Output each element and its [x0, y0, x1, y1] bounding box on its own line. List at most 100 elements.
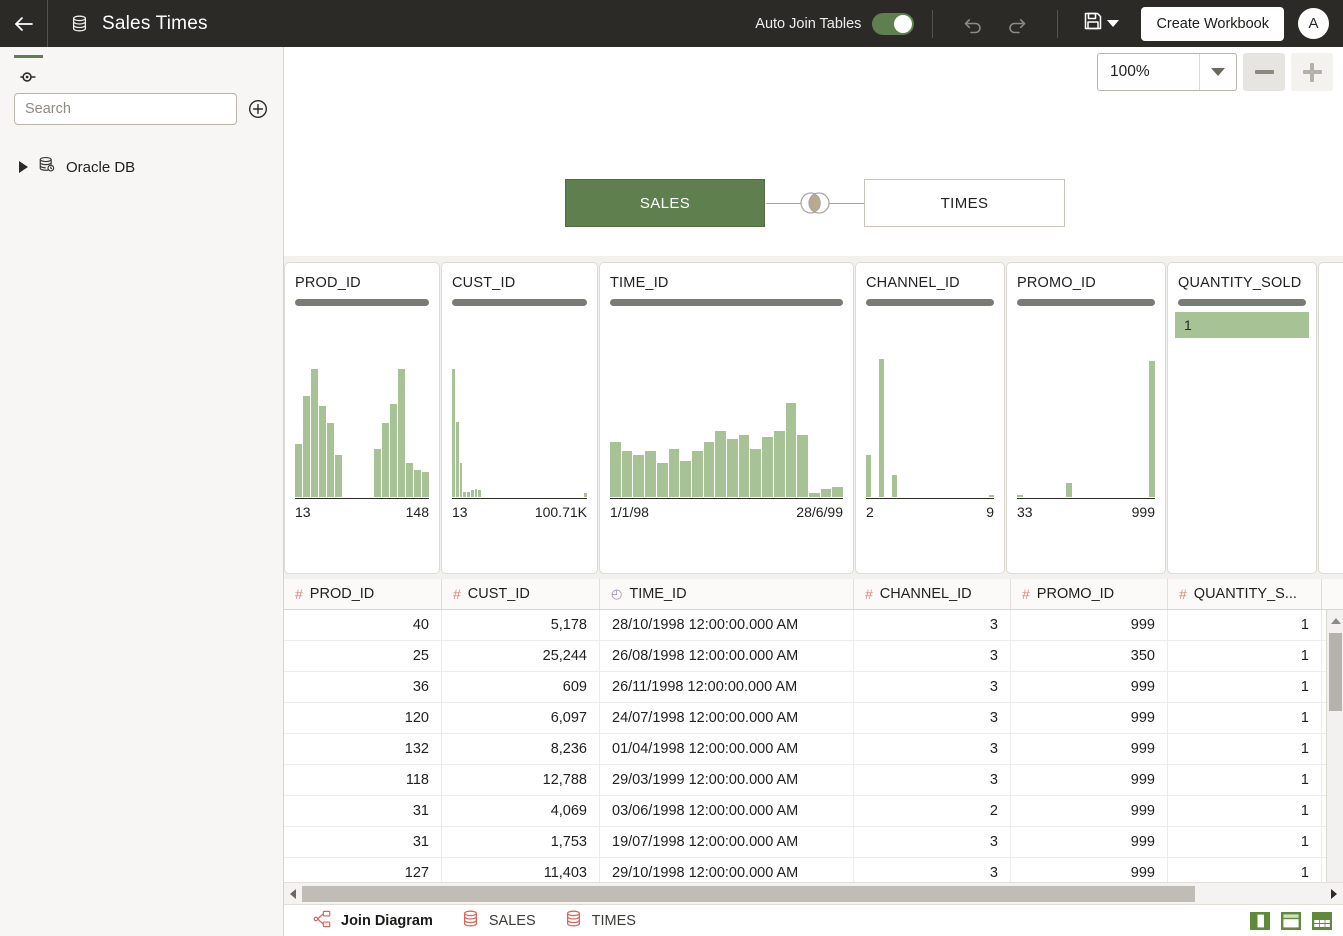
sidebar-tab-connections[interactable]: [12, 52, 44, 92]
add-connection-button[interactable]: [247, 98, 269, 120]
category-value-bar[interactable]: 1: [1175, 312, 1309, 338]
table-cell[interactable]: 26/11/1998 12:00:00.000 AM: [600, 672, 854, 702]
tree-node-oracle-db[interactable]: Oracle DB: [0, 151, 283, 183]
create-workbook-button[interactable]: Create Workbook: [1141, 7, 1284, 41]
table-cell[interactable]: 19/07/1998 12:00:00.000 AM: [600, 827, 854, 857]
table-cell[interactable]: 1: [1168, 765, 1322, 795]
table-cell[interactable]: 3: [854, 672, 1011, 702]
table-cell[interactable]: 03/06/1998 12:00:00.000 AM: [600, 796, 854, 826]
vertical-scroll-thumb[interactable]: [1329, 633, 1342, 711]
zoom-out-button[interactable]: [1243, 53, 1285, 91]
table-cell[interactable]: 999: [1011, 765, 1168, 795]
table-cell[interactable]: 29/03/1999 12:00:00.000 AM: [600, 765, 854, 795]
table-row[interactable]: 1328,23601/04/1998 12:00:00.000 AM39991: [284, 734, 1343, 765]
table-cell[interactable]: 3: [854, 641, 1011, 671]
column-profile-card[interactable]: PROMO_ID33999: [1006, 262, 1166, 574]
layout-grid-button[interactable]: [1311, 911, 1333, 931]
scroll-left-button[interactable]: [284, 889, 302, 899]
table-cell[interactable]: 3: [854, 734, 1011, 764]
table-cell[interactable]: 36: [284, 672, 442, 702]
bottom-tab-times[interactable]: TIMES: [550, 909, 650, 932]
table-cell[interactable]: 24/07/1998 12:00:00.000 AM: [600, 703, 854, 733]
table-cell[interactable]: 132: [284, 734, 442, 764]
avatar[interactable]: A: [1298, 8, 1329, 39]
column-profile-card-partial[interactable]: [1318, 262, 1343, 574]
table-cell[interactable]: 12,788: [442, 765, 600, 795]
column-profile-card[interactable]: QUANTITY_SOLD1: [1167, 262, 1317, 574]
column-header[interactable]: #CUST_ID: [442, 579, 600, 609]
table-cell[interactable]: 1: [1168, 610, 1322, 640]
table-cell[interactable]: 8,236: [442, 734, 600, 764]
table-cell[interactable]: 1: [1168, 703, 1322, 733]
table-row[interactable]: 1206,09724/07/1998 12:00:00.000 AM39991: [284, 703, 1343, 734]
table-cell[interactable]: 3: [854, 765, 1011, 795]
table-cell[interactable]: 999: [1011, 610, 1168, 640]
table-cell[interactable]: 999: [1011, 703, 1168, 733]
table-cell[interactable]: 28/10/1998 12:00:00.000 AM: [600, 610, 854, 640]
table-cell[interactable]: 1: [1168, 672, 1322, 702]
chevron-right-icon[interactable]: [19, 161, 28, 173]
column-header[interactable]: #PROMO_ID: [1011, 579, 1168, 609]
bottom-tab-sales[interactable]: SALES: [447, 909, 550, 932]
table-cell[interactable]: 999: [1011, 734, 1168, 764]
table-cell[interactable]: 1: [1168, 734, 1322, 764]
table-cell[interactable]: 3: [854, 610, 1011, 640]
grid-vertical-scrollbar[interactable]: [1326, 610, 1343, 925]
column-header[interactable]: #QUANTITY_S...: [1168, 579, 1322, 609]
table-row[interactable]: 314,06903/06/1998 12:00:00.000 AM29991: [284, 796, 1343, 827]
table-cell[interactable]: 118: [284, 765, 442, 795]
auto-join-tables-toggle[interactable]: [872, 13, 914, 35]
table-row[interactable]: 3660926/11/1998 12:00:00.000 AM39991: [284, 672, 1343, 703]
table-row[interactable]: 311,75319/07/1998 12:00:00.000 AM39991: [284, 827, 1343, 858]
table-row[interactable]: 11812,78829/03/1999 12:00:00.000 AM39991: [284, 765, 1343, 796]
table-cell[interactable]: 2: [854, 796, 1011, 826]
join-type-button[interactable]: [799, 189, 831, 217]
grid-horizontal-scrollbar[interactable]: [284, 882, 1343, 904]
table-cell[interactable]: 5,178: [442, 610, 600, 640]
back-button[interactable]: [0, 0, 47, 47]
column-profile-card[interactable]: CUST_ID13100.71K: [441, 262, 598, 574]
table-cell[interactable]: 6,097: [442, 703, 600, 733]
table-cell[interactable]: 999: [1011, 827, 1168, 857]
scroll-up-button[interactable]: [1327, 612, 1343, 630]
table-cell[interactable]: 609: [442, 672, 600, 702]
column-profile-card[interactable]: TIME_ID1/1/9828/6/99: [599, 262, 854, 574]
column-header[interactable]: #PROD_ID: [284, 579, 442, 609]
data-grid-body[interactable]: 405,17828/10/1998 12:00:00.000 AM3999125…: [284, 610, 1343, 925]
table-cell[interactable]: 25,244: [442, 641, 600, 671]
scroll-right-button[interactable]: [1325, 889, 1343, 899]
horizontal-scroll-thumb[interactable]: [302, 886, 1195, 902]
table-cell[interactable]: 1: [1168, 641, 1322, 671]
layout-split-vertical-button[interactable]: [1249, 911, 1271, 931]
table-cell[interactable]: 31: [284, 827, 442, 857]
layout-split-horizontal-button[interactable]: [1280, 911, 1302, 931]
save-button[interactable]: [1076, 10, 1125, 37]
table-cell[interactable]: 1: [1168, 796, 1322, 826]
table-cell[interactable]: 999: [1011, 796, 1168, 826]
table-cell[interactable]: 1,753: [442, 827, 600, 857]
column-profile-card[interactable]: PROD_ID13148: [284, 262, 440, 574]
table-cell[interactable]: 3: [854, 703, 1011, 733]
table-cell[interactable]: 40: [284, 610, 442, 640]
zoom-level-select[interactable]: 100%: [1097, 53, 1237, 91]
join-node-sales[interactable]: SALES: [565, 179, 765, 227]
column-header[interactable]: #CHANNEL_ID: [854, 579, 1011, 609]
table-cell[interactable]: 31: [284, 796, 442, 826]
chevron-down-icon[interactable]: [1200, 68, 1236, 76]
table-cell[interactable]: 4,069: [442, 796, 600, 826]
table-cell[interactable]: 26/08/1998 12:00:00.000 AM: [600, 641, 854, 671]
table-cell[interactable]: 3: [854, 827, 1011, 857]
search-input[interactable]: [14, 93, 237, 125]
bottom-tab-join-diagram[interactable]: Join Diagram: [298, 909, 447, 933]
redo-button[interactable]: [995, 0, 1039, 47]
column-profile-strip[interactable]: PROD_ID13148CUST_ID13100.71KTIME_ID1/1/9…: [284, 256, 1343, 579]
table-cell[interactable]: 25: [284, 641, 442, 671]
zoom-in-button[interactable]: [1291, 53, 1333, 91]
table-row[interactable]: 2525,24426/08/1998 12:00:00.000 AM33501: [284, 641, 1343, 672]
table-cell[interactable]: 01/04/1998 12:00:00.000 AM: [600, 734, 854, 764]
join-node-times[interactable]: TIMES: [864, 179, 1065, 227]
table-cell[interactable]: 1: [1168, 827, 1322, 857]
table-row[interactable]: 405,17828/10/1998 12:00:00.000 AM39991: [284, 610, 1343, 641]
horizontal-scroll-track[interactable]: [302, 886, 1325, 902]
undo-button[interactable]: [951, 0, 995, 47]
